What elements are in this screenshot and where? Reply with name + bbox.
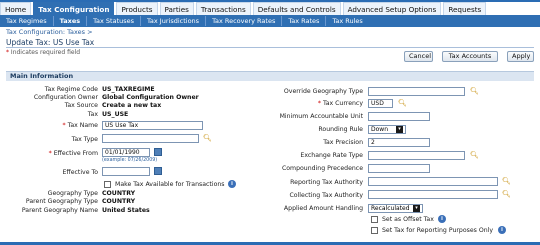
collecting-authority-label: Collecting Tax Authority <box>289 192 363 199</box>
tax-currency-input[interactable]: USD <box>368 99 393 108</box>
collecting-authority-input[interactable] <box>368 190 498 199</box>
effective-from-label-text: Effective From <box>53 150 98 157</box>
apply-button[interactable]: Apply <box>507 51 534 62</box>
applied-amount-value: Recalculated <box>371 205 410 212</box>
tax-source-label: Tax Source <box>64 102 98 109</box>
tax-currency-label: * Tax Currency <box>318 100 363 107</box>
chevron-down-icon[interactable]: ▾ <box>413 205 420 212</box>
tax-currency-label-text: Tax Currency <box>322 100 363 107</box>
parent-geography-name-value: United States <box>102 207 150 214</box>
subtab-tax-statuses[interactable]: Tax Statuses <box>87 16 142 26</box>
section-title: Main Information <box>10 72 74 80</box>
tax-label: Tax <box>87 111 98 118</box>
title-divider <box>6 47 534 48</box>
info-icon[interactable]: i <box>438 215 446 223</box>
reporting-only-label: Set Tax for Reporting Purposes Only <box>382 227 494 234</box>
tab-transactions[interactable]: Transactions <box>195 2 251 15</box>
effective-to-label: Effective To <box>62 169 98 176</box>
exchange-rate-type-label: Exchange Rate Type <box>300 152 363 159</box>
required-field-note: * Indicates required field <box>6 49 80 56</box>
tax-accounts-button[interactable]: Tax Accounts <box>442 51 498 62</box>
tab-advanced-setup-options[interactable]: Advanced Setup Options <box>342 2 442 15</box>
regime-code-value: US_TAXREGIME <box>102 86 155 93</box>
override-geography-input[interactable] <box>368 87 465 96</box>
calendar-icon[interactable] <box>154 148 162 156</box>
effective-from-label: * Effective From <box>49 150 98 157</box>
subtab-tax-jurisdictions[interactable]: Tax Jurisdictions <box>141 16 207 26</box>
chevron-down-icon[interactable]: ▾ <box>396 126 403 133</box>
exchange-rate-type-input[interactable] <box>368 151 465 160</box>
tax-name-label: * Tax Name <box>63 122 99 129</box>
tax-name-label-text: Tax Name <box>67 122 98 129</box>
tax-name-input[interactable]: US Use Tax <box>102 121 203 130</box>
compounding-precedence-input[interactable] <box>368 164 430 173</box>
search-icon[interactable]: 🔍︎ <box>470 151 479 159</box>
search-icon[interactable]: 🔍︎ <box>502 190 511 198</box>
sub-navigation: Tax Regimes Taxes Tax Statuses Tax Juris… <box>0 15 540 27</box>
make-available-label: Make Tax Available for Transactions <box>115 181 225 188</box>
effective-to-input[interactable] <box>102 167 150 176</box>
make-available-checkbox[interactable] <box>104 181 111 188</box>
regime-code-label: Tax Regime Code <box>44 86 98 93</box>
tax-source-value: Create a new tax <box>102 102 162 109</box>
tax-precision-input[interactable]: 2 <box>368 138 430 147</box>
parent-geography-name-label: Parent Geography Name <box>21 207 98 214</box>
section-header-bar <box>6 71 534 81</box>
search-icon[interactable]: 🔍︎ <box>470 87 479 95</box>
rounding-rule-value: Down <box>371 126 389 133</box>
min-accountable-unit-label: Minimum Accountable Unit <box>279 113 363 120</box>
subtab-tax-rules[interactable]: Tax Rules <box>326 16 368 26</box>
tax-type-input[interactable] <box>102 134 199 143</box>
offset-tax-label: Set as Offset Tax <box>382 216 434 223</box>
effective-from-input[interactable]: 01/01/1990 <box>102 148 150 157</box>
applied-amount-label: Applied Amount Handling <box>283 205 363 212</box>
tab-home[interactable]: Home <box>0 2 32 15</box>
search-icon[interactable]: 🔍︎ <box>502 177 511 185</box>
cancel-button[interactable]: Cancel <box>404 51 433 62</box>
min-accountable-unit-input[interactable] <box>368 112 430 121</box>
tab-defaults-and-controls[interactable]: Defaults and Controls <box>252 2 341 15</box>
info-icon[interactable]: i <box>498 226 506 234</box>
rounding-rule-label: Rounding Rule <box>318 126 363 133</box>
config-owner-label: Configuration Owner <box>33 94 98 101</box>
search-icon[interactable]: 🔍︎ <box>203 134 212 142</box>
calendar-icon[interactable] <box>154 167 162 175</box>
tab-products[interactable]: Products <box>116 2 158 15</box>
compounding-precedence-label: Compounding Precedence <box>281 165 363 172</box>
subtab-tax-recovery-rates[interactable]: Tax Recovery Rates <box>206 16 283 26</box>
tax-type-label: Tax Type <box>71 136 98 143</box>
page-title: Update Tax: US Use Tax <box>6 38 95 47</box>
parent-geography-type-value: COUNTRY <box>102 198 136 205</box>
main-tabs: Home Tax Configuration Products Parties … <box>0 2 540 15</box>
rounding-rule-select[interactable]: Down ▾ <box>368 125 406 134</box>
search-icon[interactable]: 🔍︎ <box>398 99 407 107</box>
subtab-tax-regimes[interactable]: Tax Regimes <box>0 16 54 26</box>
tab-requests[interactable]: Requests <box>443 2 487 15</box>
date-format-hint: (example: 07/26/2009) <box>102 158 158 163</box>
subtab-tax-rates[interactable]: Tax Rates <box>282 16 327 26</box>
tax-precision-label: Tax Precision <box>323 139 363 146</box>
info-icon[interactable]: i <box>228 180 236 188</box>
offset-tax-checkbox[interactable] <box>371 216 378 223</box>
override-geography-label: Override Geography Type <box>283 88 363 95</box>
breadcrumb[interactable]: Tax Configuration: Taxes > <box>6 28 93 36</box>
tab-parties[interactable]: Parties <box>159 2 194 15</box>
reporting-authority-label: Reporting Tax Authority <box>290 179 363 186</box>
applied-amount-select[interactable]: Recalculated ▾ <box>368 204 423 213</box>
tax-value: US_USE <box>102 111 129 118</box>
parent-geography-type-label: Parent Geography Type <box>25 198 98 205</box>
reporting-only-checkbox[interactable] <box>371 227 378 234</box>
tab-tax-configuration[interactable]: Tax Configuration <box>33 2 115 15</box>
geography-type-value: COUNTRY <box>102 190 136 197</box>
geography-type-label: Geography Type <box>47 190 98 197</box>
subtab-taxes[interactable]: Taxes <box>54 16 88 26</box>
required-note-text: Indicates required field <box>10 49 81 56</box>
reporting-authority-input[interactable] <box>368 177 498 186</box>
config-owner-value: Global Configuration Owner <box>102 94 199 101</box>
